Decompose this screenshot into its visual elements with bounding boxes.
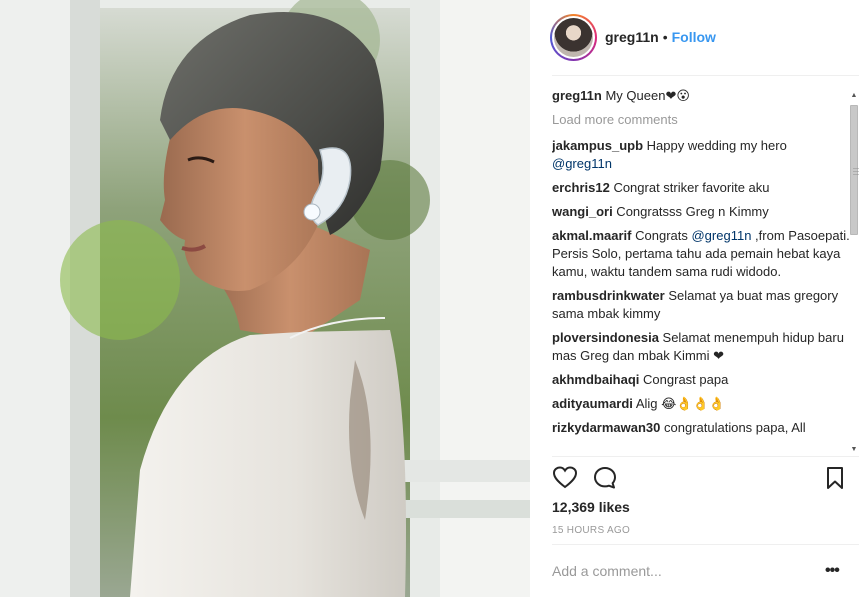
list-item: wangi_ori Congratsss Greg n Kimmy xyxy=(552,203,850,221)
header-username[interactable]: greg11n xyxy=(605,29,659,45)
post-header: greg11n • Follow xyxy=(550,13,716,61)
avatar[interactable] xyxy=(550,13,597,61)
comment-username[interactable]: akmal.maarif xyxy=(552,228,632,243)
scroll-thumb[interactable]: — — — xyxy=(850,105,859,235)
comment-text: Congrast papa xyxy=(639,372,729,387)
comment-text: Alig 😂👌👌👌 xyxy=(632,396,725,411)
comment-text: congratulations papa, All xyxy=(660,420,806,435)
divider xyxy=(552,544,859,545)
comments-list[interactable]: greg11n My Queen❤😮 Load more comments ja… xyxy=(552,87,850,455)
load-more-comments-button[interactable]: Load more comments xyxy=(552,111,850,129)
more-options-icon[interactable]: ••• xyxy=(825,562,840,580)
comment-text: Happy wedding my hero xyxy=(643,138,787,153)
caption-username[interactable]: greg11n xyxy=(552,88,602,103)
list-item: erchris12 Congrat striker favorite aku xyxy=(552,179,850,197)
comment-username[interactable]: rizkydarmawan30 xyxy=(552,420,660,435)
comment-username[interactable]: akhmdbaihaqi xyxy=(552,372,639,387)
divider xyxy=(552,456,859,457)
list-item: ploversindonesia Selamat menempuh hidup … xyxy=(552,329,850,365)
header-separator: • xyxy=(662,29,668,45)
scroll-grip-icon: — — — xyxy=(853,166,859,178)
comment-bubble-icon[interactable] xyxy=(592,465,618,491)
scroll-down-arrow-icon[interactable]: ▼ xyxy=(849,445,859,455)
caption-text: My Queen❤😮 xyxy=(601,88,690,103)
post-photo[interactable] xyxy=(0,0,530,597)
comment-username[interactable]: erchris12 xyxy=(552,180,610,195)
add-comment-input[interactable] xyxy=(552,560,812,582)
post-side-panel: greg11n • Follow greg11n My Queen❤😮 Load… xyxy=(530,0,859,597)
list-item: rambusdrinkwater Selamat ya buat mas gre… xyxy=(552,287,850,323)
bookmark-outline-icon[interactable] xyxy=(822,465,848,491)
instagram-post-modal: greg11n • Follow greg11n My Queen❤😮 Load… xyxy=(0,0,859,597)
comment-text: Congrat striker favorite aku xyxy=(609,180,770,195)
comment-text: Congratsss Greg n Kimmy xyxy=(612,204,769,219)
comments-scrollbar[interactable]: ▲ — — — ▼ xyxy=(849,91,859,455)
scroll-up-arrow-icon[interactable]: ▲ xyxy=(849,91,859,101)
list-item: rizkydarmawan30 congratulations papa, Al… xyxy=(552,419,850,437)
comment-text: Congrats xyxy=(631,228,692,243)
comment-mention[interactable]: @greg11n xyxy=(552,156,612,171)
list-item: akhmdbaihaqi Congrast papa xyxy=(552,371,850,389)
list-item: jakampus_upb Happy wedding my hero @greg… xyxy=(552,137,850,173)
caption: greg11n My Queen❤😮 xyxy=(552,87,850,105)
divider xyxy=(552,75,859,76)
post-actions xyxy=(552,465,848,493)
heart-outline-icon[interactable] xyxy=(552,465,578,491)
post-photo-illustration xyxy=(0,0,530,597)
comment-mention[interactable]: @greg11n xyxy=(691,228,751,243)
follow-button[interactable]: Follow xyxy=(672,29,716,45)
comment-username[interactable]: ploversindonesia xyxy=(552,330,659,345)
likes-count[interactable]: 12,369 likes xyxy=(552,499,630,515)
avatar-image xyxy=(554,17,593,57)
comment-username[interactable]: rambusdrinkwater xyxy=(552,288,665,303)
comment-username[interactable]: wangi_ori xyxy=(552,204,613,219)
comment-username[interactable]: adityaumardi xyxy=(552,396,633,411)
comment-username[interactable]: jakampus_upb xyxy=(552,138,643,153)
post-timestamp[interactable]: 15 HOURS AGO xyxy=(552,525,630,536)
list-item: akmal.maarif Congrats @greg11n ,from Pas… xyxy=(552,227,850,281)
list-item: adityaumardi Alig 😂👌👌👌 xyxy=(552,395,850,413)
